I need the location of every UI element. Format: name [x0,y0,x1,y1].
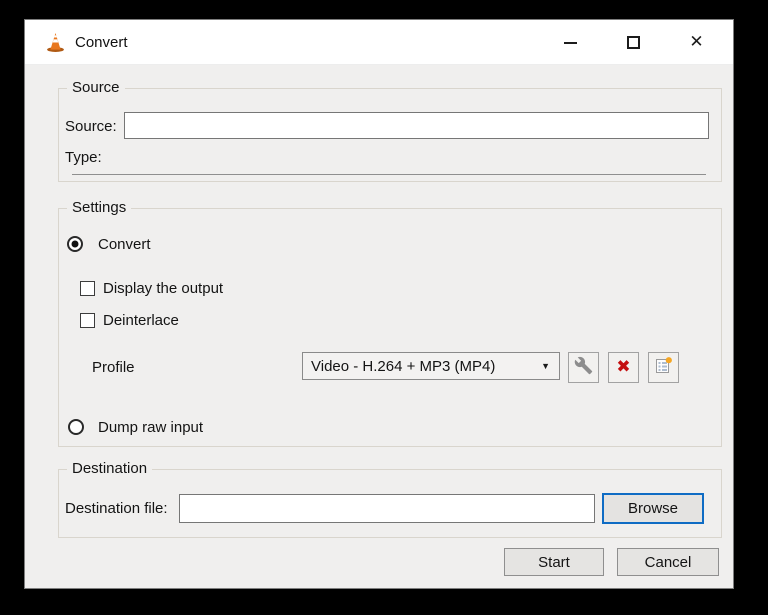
chevron-down-icon: ▼ [541,361,550,371]
start-button[interactable]: Start [504,548,604,576]
profile-label: Profile [92,359,135,376]
close-button[interactable]: ✕ [665,20,728,65]
window-title: Convert [75,20,128,65]
delete-profile-button[interactable]: ✖ [608,352,639,383]
edit-profile-button[interactable] [568,352,599,383]
vlc-cone-icon [46,31,65,53]
source-label: Source: [65,118,117,135]
display-output-label: Display the output [103,280,223,297]
destination-file-label: Destination file: [65,500,168,517]
maximize-icon [627,36,640,49]
dump-raw-input-radio[interactable] [68,419,84,435]
browse-button[interactable]: Browse [602,493,704,524]
profile-dropdown-value: Video - H.264 + MP3 (MP4) [311,358,495,375]
screen-background: Convert ✕ Source Source: Type: [0,0,768,615]
close-icon: ✕ [689,34,703,51]
type-label: Type: [65,149,102,166]
destination-group: Destination Destination file: Browse [58,469,722,538]
minimize-button[interactable] [539,20,602,65]
source-group-legend: Source [67,79,125,96]
settings-group: Settings Convert Display the output Dein… [58,208,722,447]
destination-file-input[interactable] [179,494,595,523]
new-profile-icon [654,356,673,380]
destination-group-legend: Destination [67,460,152,477]
minimize-icon [564,42,577,44]
new-profile-button[interactable] [648,352,679,383]
profile-dropdown[interactable]: Video - H.264 + MP3 (MP4) ▼ [302,352,560,380]
browse-button-label: Browse [628,500,678,517]
deinterlace-label: Deinterlace [103,312,179,329]
wrench-icon [574,356,593,380]
source-group: Source Source: Type: [58,88,722,182]
display-output-checkbox[interactable] [80,281,95,296]
start-button-label: Start [538,554,570,571]
dump-raw-input-label: Dump raw input [98,419,203,436]
delete-icon: ✖ [616,359,630,376]
type-separator [72,174,706,175]
window-controls: ✕ [539,20,728,65]
convert-dialog: Convert ✕ Source Source: Type: [24,19,734,589]
convert-radio[interactable] [67,236,83,252]
source-input[interactable] [124,112,709,139]
convert-radio-label: Convert [98,236,151,253]
cancel-button[interactable]: Cancel [617,548,719,576]
titlebar[interactable]: Convert ✕ [25,20,733,65]
deinterlace-checkbox[interactable] [80,313,95,328]
cancel-button-label: Cancel [645,554,692,571]
maximize-button[interactable] [602,20,665,65]
settings-group-legend: Settings [67,199,131,216]
